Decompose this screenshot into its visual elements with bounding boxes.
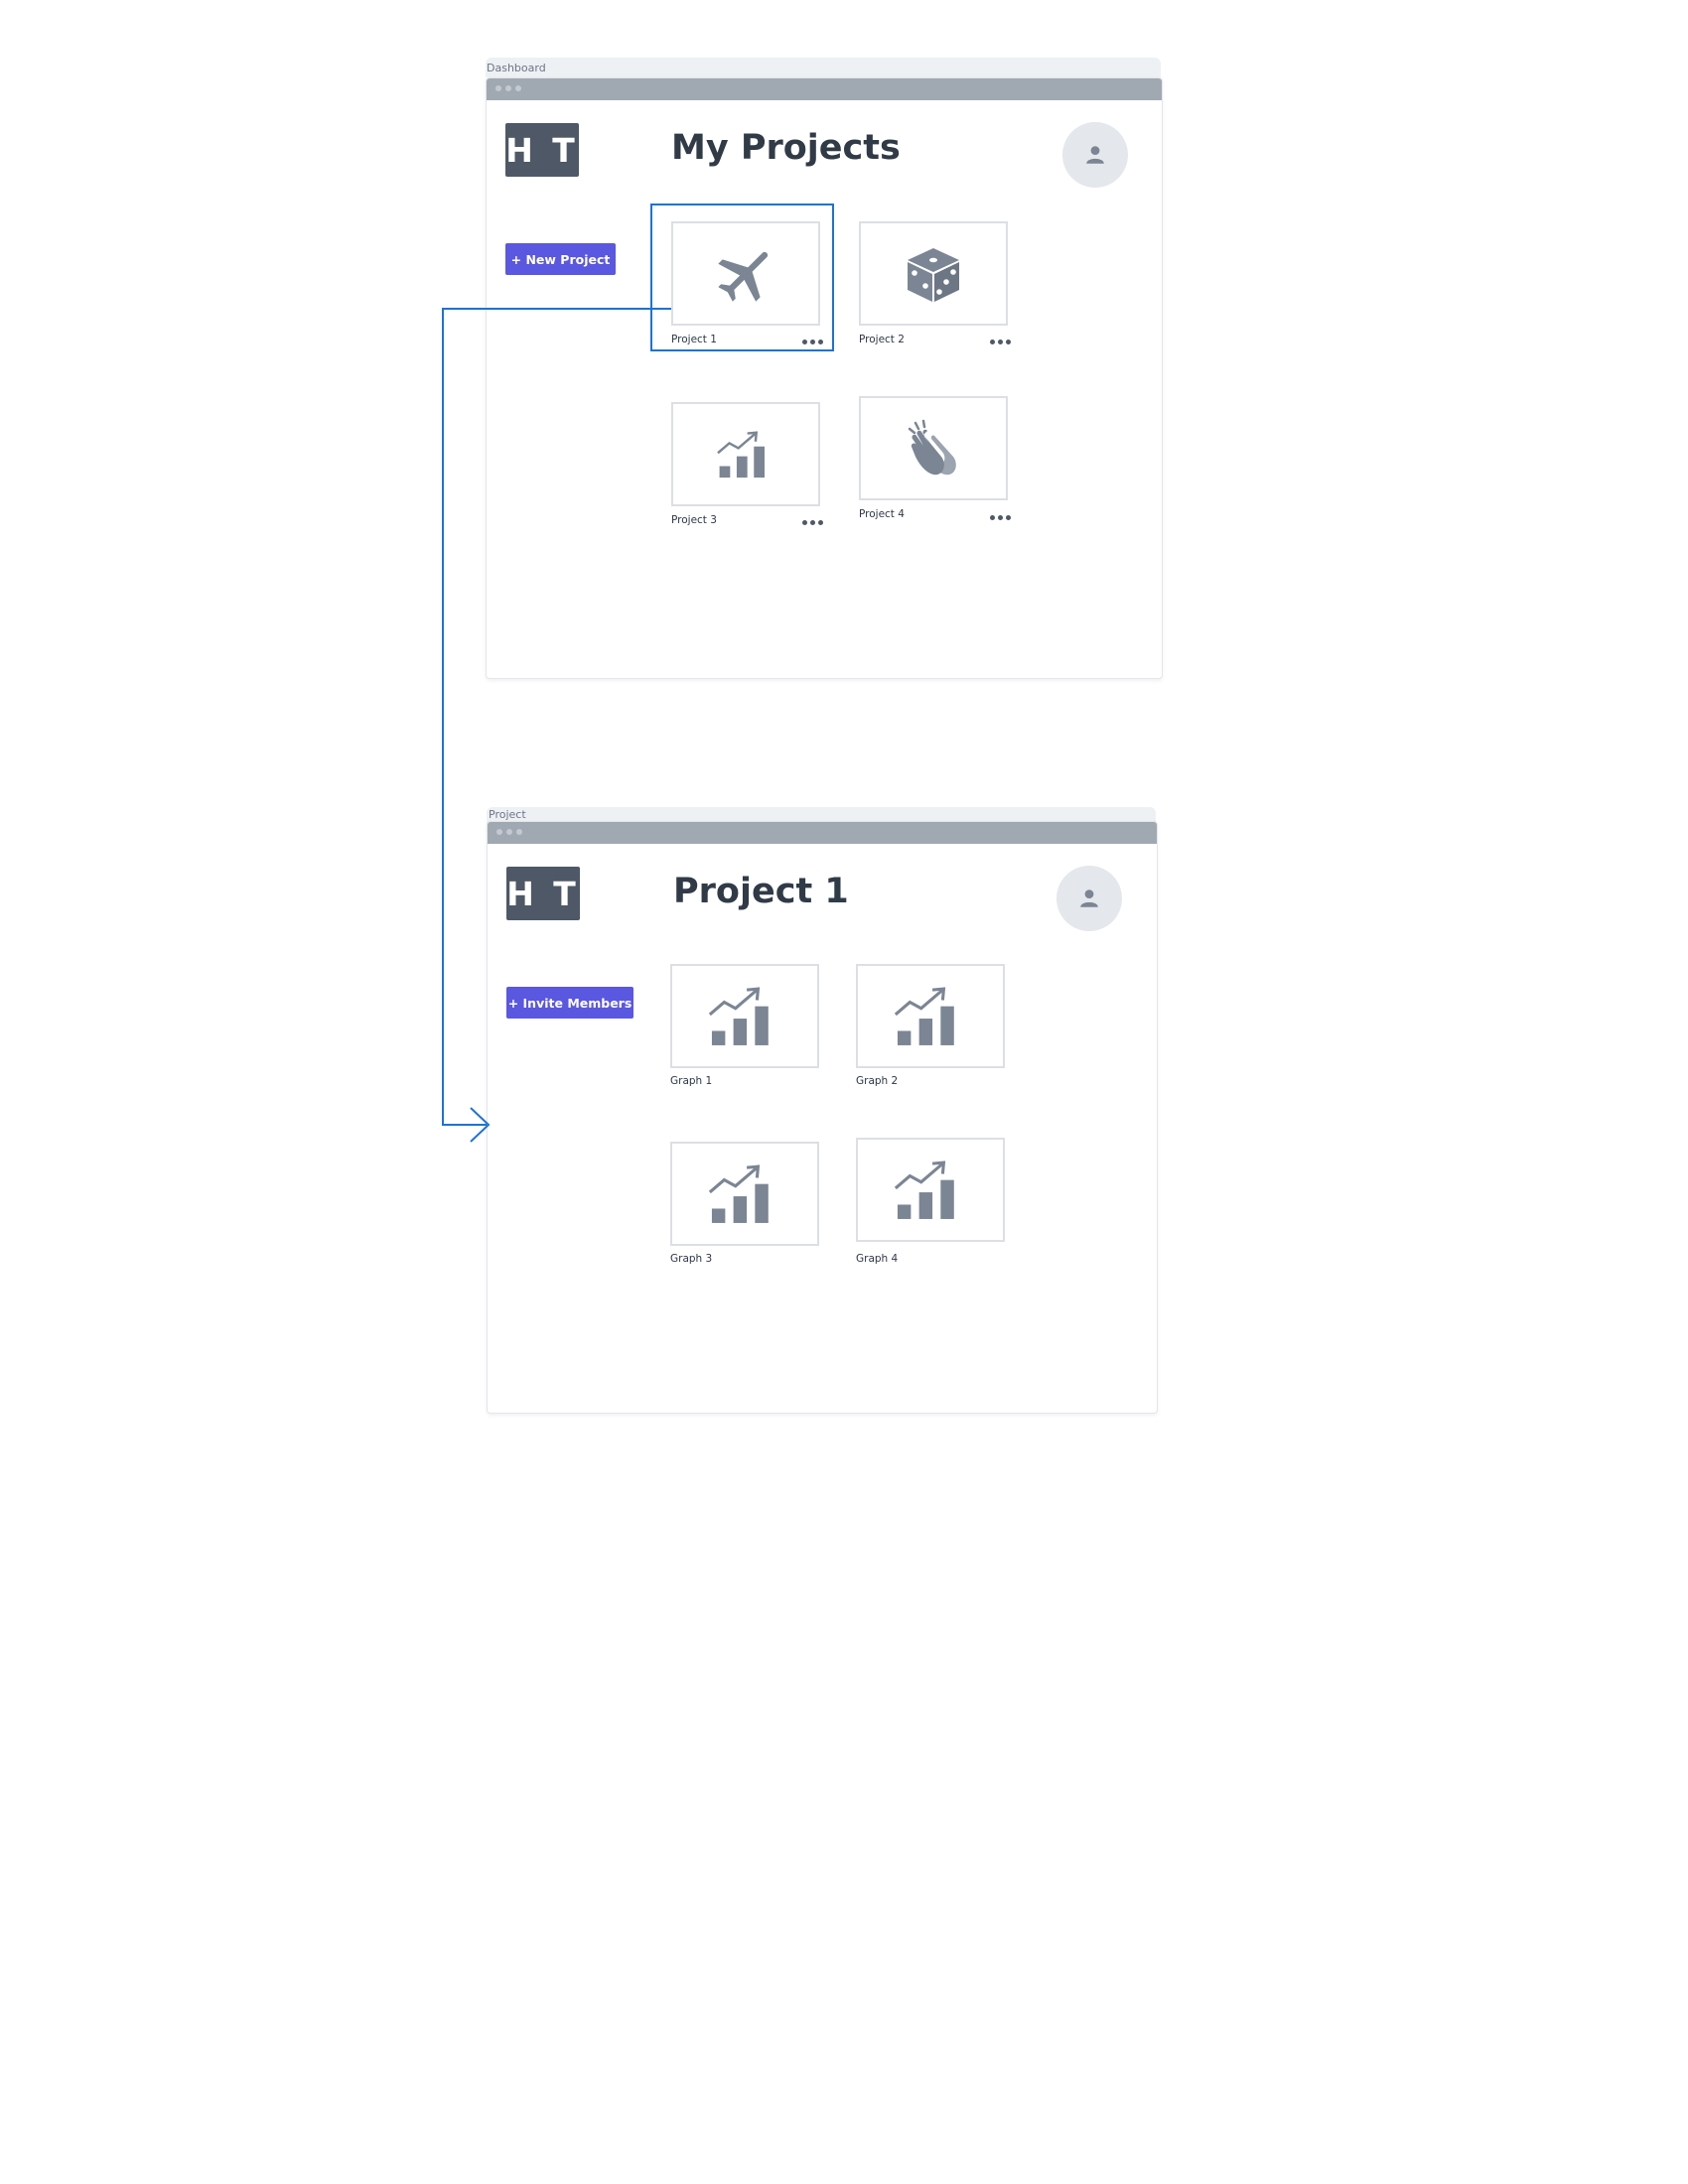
flow-connector-arrow [442, 308, 671, 1143]
